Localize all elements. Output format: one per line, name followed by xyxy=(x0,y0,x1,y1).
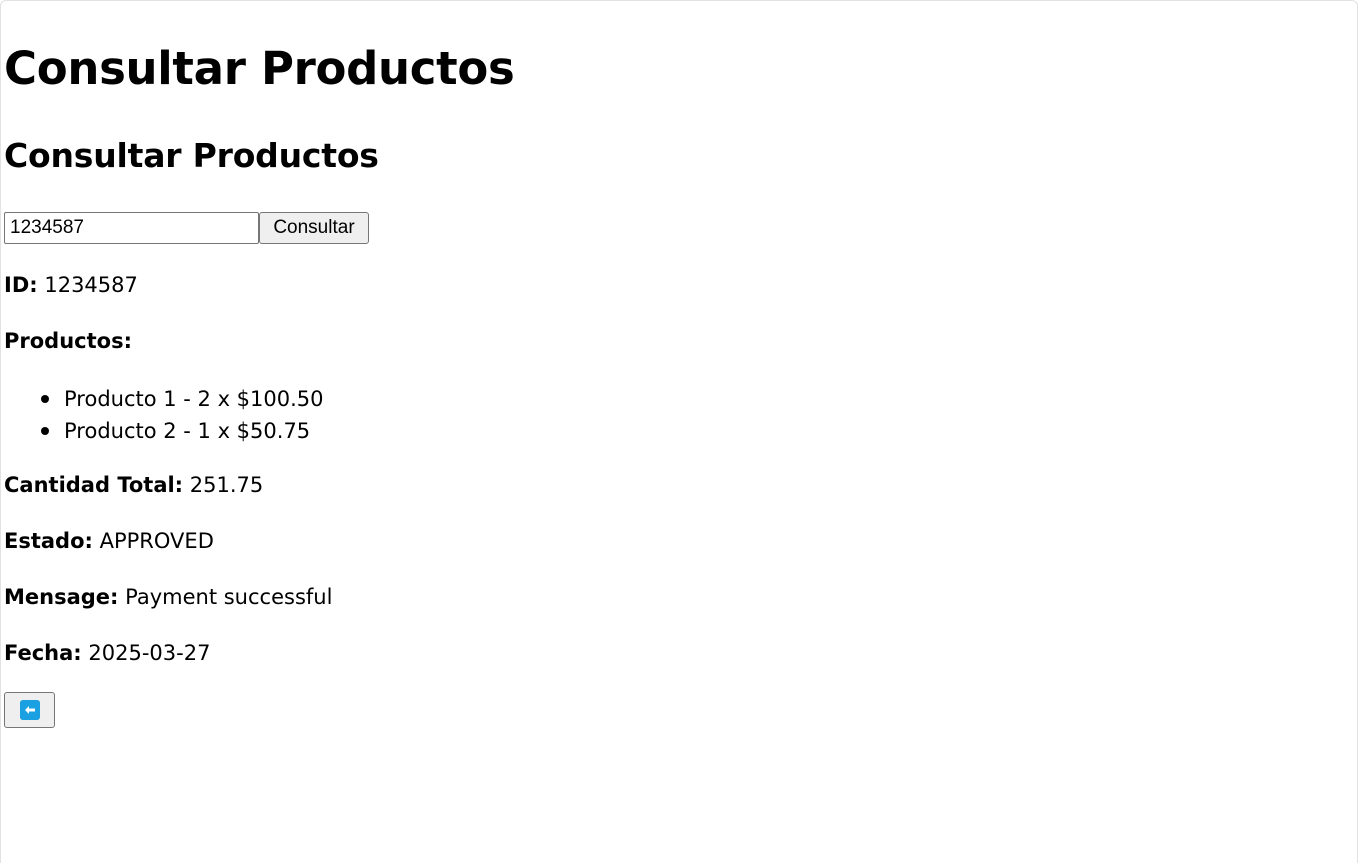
message-row: Mensage: Payment successful xyxy=(4,583,332,611)
back-arrow-icon xyxy=(19,700,40,720)
id-value: 1234587 xyxy=(44,273,138,297)
page-title: Consultar Productos xyxy=(4,42,515,95)
products-heading: Productos: xyxy=(4,327,132,355)
id-row: ID: 1234587 xyxy=(4,271,138,299)
list-item: Producto 2 - 1 x $50.75 xyxy=(4,415,324,447)
bullet-icon xyxy=(41,395,49,403)
message-label: Mensage: xyxy=(4,585,119,609)
date-label: Fecha: xyxy=(4,641,82,665)
section-title: Consultar Productos xyxy=(4,136,379,175)
consultar-button[interactable]: Consultar xyxy=(259,212,369,244)
message-value: Payment successful xyxy=(125,585,333,609)
list-item: Producto 1 - 2 x $100.50 xyxy=(4,383,324,415)
total-value: 251.75 xyxy=(189,473,264,497)
back-button[interactable] xyxy=(4,692,55,728)
order-id-input[interactable] xyxy=(4,212,259,244)
product-text: Producto 1 - 2 x $100.50 xyxy=(64,387,324,411)
id-label: ID: xyxy=(4,273,38,297)
product-text: Producto 2 - 1 x $50.75 xyxy=(64,419,311,443)
products-label: Productos: xyxy=(4,329,132,353)
status-row: Estado: APPROVED xyxy=(4,527,214,555)
date-value: 2025-03-27 xyxy=(88,641,211,665)
total-label: Cantidad Total: xyxy=(4,473,184,497)
status-label: Estado: xyxy=(4,529,93,553)
search-form: Consultar xyxy=(4,212,369,244)
bullet-icon xyxy=(41,427,49,435)
status-value: APPROVED xyxy=(99,529,214,553)
products-list: Producto 1 - 2 x $100.50 Producto 2 - 1 … xyxy=(4,383,324,447)
total-row: Cantidad Total: 251.75 xyxy=(4,471,263,499)
date-row: Fecha: 2025-03-27 xyxy=(4,639,210,667)
